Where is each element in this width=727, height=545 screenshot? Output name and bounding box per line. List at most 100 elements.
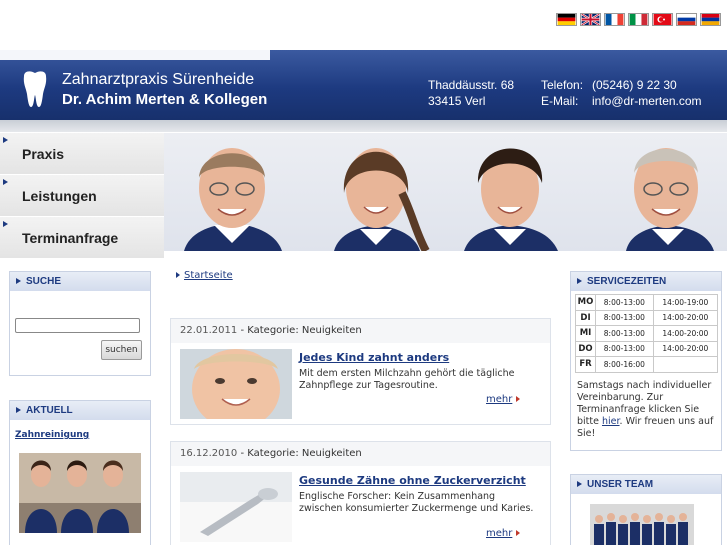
article-body: Gesunde Zähne ohne Zuckerverzicht Englis… bbox=[171, 466, 550, 544]
email-address[interactable]: info@dr-merten.com bbox=[592, 94, 702, 108]
armenian-flag-icon[interactable] bbox=[700, 13, 721, 26]
article-more-link[interactable]: mehr bbox=[486, 394, 521, 405]
portrait-dentist-4 bbox=[626, 148, 714, 251]
hours-row: MI 8:00-13:00 14:00-20:00 bbox=[575, 325, 719, 342]
article-date: 16.12.2010 bbox=[180, 448, 238, 459]
nav-item-terminanfrage[interactable]: Terminanfrage bbox=[0, 217, 164, 259]
page: Zahnarztpraxis Sürenheide Dr. Achim Mert… bbox=[0, 0, 727, 545]
news-article-2: 16.12.2010 - Kategorie: Neuigkeiten Gesu… bbox=[170, 441, 551, 545]
box-arrow-icon bbox=[577, 481, 582, 487]
hours-pm: 14:00-20:00 bbox=[652, 325, 719, 342]
nav-arrow-icon bbox=[3, 137, 8, 143]
hours-day: DI bbox=[575, 309, 596, 326]
header-divider bbox=[0, 120, 727, 132]
turkish-flag-icon[interactable] bbox=[652, 13, 673, 26]
article-child-image[interactable] bbox=[180, 349, 292, 419]
search-box-title: SUCHE bbox=[26, 276, 62, 287]
article-more-link[interactable]: mehr bbox=[486, 528, 521, 539]
search-box: SUCHE suchen bbox=[9, 271, 151, 376]
breadcrumb-arrow-icon bbox=[176, 272, 180, 278]
news-box-header: AKTUELL bbox=[10, 401, 150, 420]
news-box: AKTUELL Zahnreinigung bbox=[9, 400, 151, 545]
service-hours-note: Samstags nach individueller Vereinbarung… bbox=[577, 380, 717, 440]
article-category: - Kategorie: Neuigkeiten bbox=[237, 325, 362, 336]
french-flag-icon[interactable] bbox=[604, 13, 625, 26]
team-portraits-image bbox=[184, 148, 714, 251]
nav-item-praxis[interactable]: Praxis bbox=[0, 133, 164, 175]
hours-row: FR 8:00-16:00 bbox=[575, 356, 719, 373]
address-street: Thaddäusstr. 68 bbox=[428, 78, 515, 92]
team-box-header: UNSER TEAM bbox=[571, 475, 721, 494]
team-group-photo[interactable] bbox=[590, 504, 694, 545]
team-portrait-banner bbox=[164, 133, 727, 251]
nav-item-label: Terminanfrage bbox=[22, 229, 119, 246]
hours-day: MI bbox=[575, 325, 596, 342]
more-label: mehr bbox=[486, 528, 513, 539]
article-category: - Kategorie: Neuigkeiten bbox=[237, 448, 362, 459]
service-hours-table: MO 8:00-13:00 14:00-19:00 DI 8:00-13:00 14:0… bbox=[575, 294, 719, 373]
tooth-logo-icon[interactable] bbox=[20, 70, 50, 108]
nav-arrow-icon bbox=[3, 179, 8, 185]
team-box-title: UNSER TEAM bbox=[587, 479, 654, 490]
appointment-link[interactable]: hier bbox=[602, 416, 620, 427]
hours-pm bbox=[652, 356, 719, 373]
uk-flag-icon[interactable] bbox=[580, 13, 601, 26]
hours-day: MO bbox=[575, 294, 596, 311]
german-flag-icon[interactable] bbox=[556, 13, 577, 26]
hours-row: MO 8:00-13:00 14:00-19:00 bbox=[575, 294, 719, 311]
hours-am: 8:00-16:00 bbox=[595, 356, 654, 373]
contact-info: Telefon: (05246) 9 22 30 E-Mail: info@dr-m… bbox=[541, 77, 702, 109]
phone-number: (05246) 9 22 30 bbox=[592, 78, 677, 92]
portrait-dentist-1 bbox=[184, 148, 282, 251]
phone-label: Telefon: bbox=[541, 78, 584, 92]
search-box-header: SUCHE bbox=[10, 272, 150, 291]
nav-item-leistungen[interactable]: Leistungen bbox=[0, 175, 164, 217]
article-title-link[interactable]: Jedes Kind zahnt anders bbox=[299, 351, 449, 364]
portrait-dentist-3 bbox=[464, 148, 558, 251]
article-title-link[interactable]: Gesunde Zähne ohne Zuckerverzicht bbox=[299, 474, 526, 487]
article-teaser: Englische Forscher: Kein Zusammenhang zw… bbox=[299, 491, 534, 514]
nav-item-label: Praxis bbox=[22, 145, 65, 162]
address: Thaddäusstr. 68 33415 Verl bbox=[428, 77, 514, 109]
box-arrow-icon bbox=[16, 407, 21, 413]
breadcrumb-home-link[interactable]: Startseite bbox=[184, 270, 233, 281]
box-arrow-icon bbox=[16, 278, 21, 284]
article-teaser: Mit dem ersten Milchzahn gehört die tägl… bbox=[299, 368, 515, 391]
article-body: Jedes Kind zahnt anders Mit dem ersten M… bbox=[171, 343, 550, 421]
search-button[interactable]: suchen bbox=[101, 340, 142, 360]
hours-am: 8:00-13:00 bbox=[595, 309, 654, 326]
service-hours-box: SERVICEZEITEN MO 8:00-13:00 14:00-19:00 DI… bbox=[570, 271, 722, 451]
practice-name-line1: Zahnarztpraxis Sürenheide bbox=[62, 71, 255, 88]
hours-pm: 14:00-19:00 bbox=[652, 294, 719, 311]
hours-am: 8:00-13:00 bbox=[595, 340, 654, 357]
article-meta: 22.01.2011 - Kategorie: Neuigkeiten bbox=[171, 319, 550, 343]
practice-name-line2: Dr. Achim Merten & Kollegen bbox=[62, 91, 268, 108]
email-label: E-Mail: bbox=[541, 94, 579, 108]
more-label: mehr bbox=[486, 394, 513, 405]
article-date: 22.01.2011 bbox=[180, 325, 238, 336]
more-arrow-icon bbox=[516, 530, 521, 536]
article-sugar-image[interactable] bbox=[180, 472, 292, 542]
service-hours-title: SERVICEZEITEN bbox=[587, 276, 667, 287]
hours-pm: 14:00-20:00 bbox=[652, 340, 719, 357]
header-tab-shape bbox=[0, 50, 270, 60]
practice-name[interactable]: Zahnarztpraxis Sürenheide Dr. Achim Mert… bbox=[62, 70, 267, 110]
language-flags bbox=[556, 13, 721, 26]
hours-day: FR bbox=[575, 356, 596, 373]
hours-pm: 14:00-20:00 bbox=[652, 309, 719, 326]
zahnreinigung-team-image[interactable] bbox=[19, 453, 141, 533]
search-input[interactable] bbox=[15, 318, 140, 333]
italian-flag-icon[interactable] bbox=[628, 13, 649, 26]
nav-arrow-icon bbox=[3, 221, 8, 227]
box-arrow-icon bbox=[577, 278, 582, 284]
news-link-zahnreinigung[interactable]: Zahnreinigung bbox=[15, 430, 89, 440]
hours-row: DI 8:00-13:00 14:00-20:00 bbox=[575, 309, 719, 326]
more-arrow-icon bbox=[516, 396, 521, 402]
russian-flag-icon[interactable] bbox=[676, 13, 697, 26]
service-hours-header: SERVICEZEITEN bbox=[571, 272, 721, 291]
hours-am: 8:00-13:00 bbox=[595, 294, 654, 311]
portrait-dentist-2 bbox=[334, 148, 430, 251]
hours-day: DO bbox=[575, 340, 596, 357]
address-city: 33415 Verl bbox=[428, 94, 486, 108]
team-box: UNSER TEAM bbox=[570, 474, 722, 545]
